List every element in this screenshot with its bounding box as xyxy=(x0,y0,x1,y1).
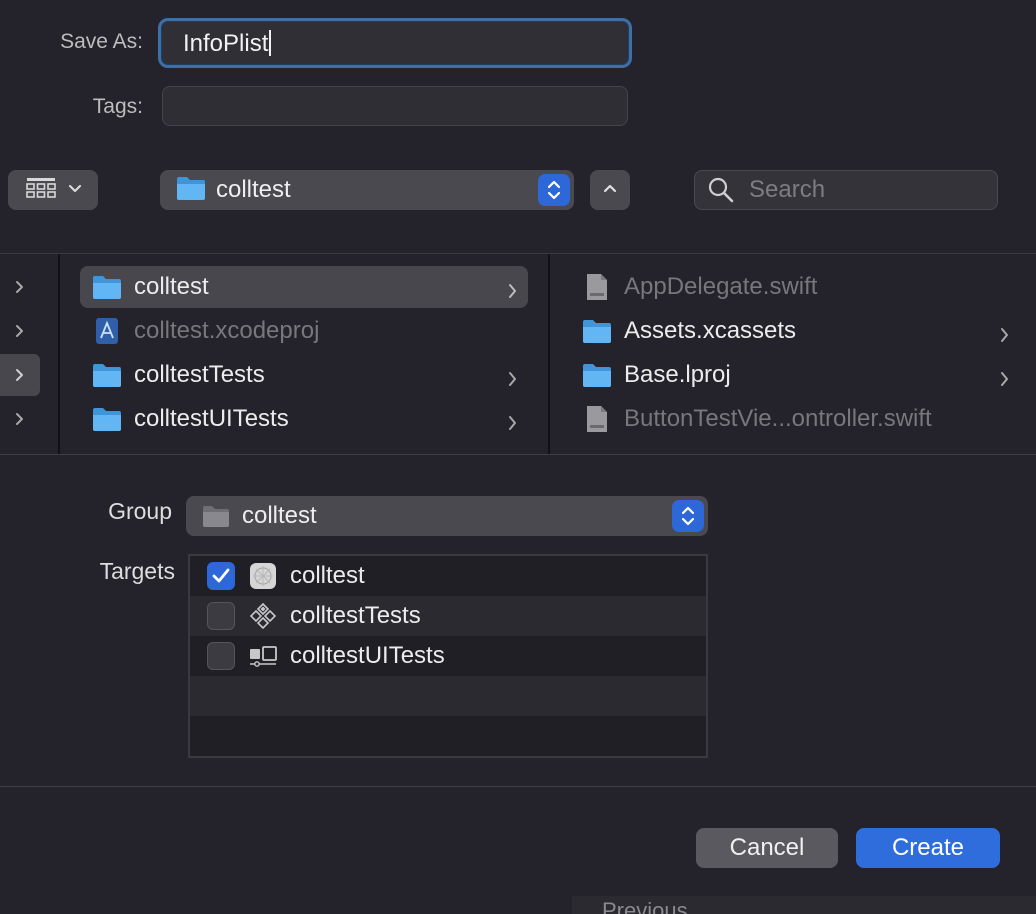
checkmark-icon xyxy=(212,568,230,583)
tags-label: Tags: xyxy=(92,95,143,118)
app-target-icon xyxy=(248,561,278,591)
target-name: colltest xyxy=(290,562,365,589)
chevron-right-icon xyxy=(16,281,23,293)
folder-icon xyxy=(176,175,206,206)
expand-collapse-button[interactable] xyxy=(590,170,630,210)
parent-row[interactable] xyxy=(0,398,40,440)
item-name: Base.lproj xyxy=(624,361,731,388)
popup-stepper-icon xyxy=(672,500,704,532)
swift-file-icon xyxy=(582,273,612,301)
chevron-right-icon xyxy=(16,413,23,425)
chevron-right-icon xyxy=(508,410,518,438)
parent-row-selected[interactable] xyxy=(0,354,40,396)
item-name: ButtonTestVie...ontroller.swift xyxy=(624,405,932,432)
chevron-down-icon xyxy=(68,181,82,199)
save-dialog: Save As: InfoPlist Tags: colltest Search… xyxy=(0,0,1036,914)
targets-list: colltest colltestTests colltestUITests xyxy=(188,554,708,758)
divider xyxy=(0,454,1036,455)
item-name: colltest.xcodeproj xyxy=(134,317,320,344)
chevron-right-icon xyxy=(16,325,23,337)
chevron-right-icon xyxy=(1000,322,1010,350)
parent-row[interactable] xyxy=(0,266,40,308)
item-name: AppDelegate.swift xyxy=(624,273,818,300)
chevron-right-icon xyxy=(508,366,518,394)
divider xyxy=(0,786,1036,787)
target-row[interactable]: colltestTests xyxy=(190,596,706,636)
swift-file-icon xyxy=(582,405,612,433)
search-field[interactable]: Search xyxy=(694,170,998,210)
target-row[interactable]: colltestUITests xyxy=(190,636,706,676)
column-view-icon xyxy=(26,177,56,204)
save-as-field[interactable]: InfoPlist xyxy=(158,18,632,68)
empty-row xyxy=(190,676,706,716)
popup-stepper-icon xyxy=(538,174,570,206)
target-name: colltestUITests xyxy=(290,642,445,669)
target-name: colltestTests xyxy=(290,602,421,629)
parent-row[interactable] xyxy=(0,310,40,352)
list-item[interactable]: AppDelegate.swift xyxy=(570,266,1020,308)
target-row[interactable]: colltest xyxy=(190,556,706,596)
save-as-value: InfoPlist xyxy=(183,29,272,58)
search-icon xyxy=(707,176,735,204)
peek-text: Previous xyxy=(602,898,688,914)
folder-icon xyxy=(92,273,122,301)
item-name: Assets.xcassets xyxy=(624,317,797,344)
list-item[interactable]: Assets.xcassets xyxy=(570,310,1020,352)
folder-icon xyxy=(582,317,612,345)
chevron-right-icon xyxy=(1000,366,1010,394)
chevron-right-icon xyxy=(508,278,518,306)
tags-field[interactable] xyxy=(162,86,628,126)
list-item[interactable]: colltest xyxy=(80,266,528,308)
list-item[interactable]: colltestTests xyxy=(80,354,528,396)
targets-label: Targets xyxy=(99,558,175,584)
chevron-up-icon xyxy=(602,181,618,199)
list-item[interactable]: ButtonTestVie...ontroller.swift xyxy=(570,398,1020,440)
item-name: colltestUITests xyxy=(134,405,289,432)
column-divider xyxy=(58,254,60,454)
column-divider xyxy=(548,254,550,454)
divider xyxy=(0,253,1036,254)
item-name: colltest xyxy=(134,273,209,300)
search-placeholder: Search xyxy=(749,176,826,203)
group-value: colltest xyxy=(242,502,317,529)
folder-icon xyxy=(92,361,122,389)
background-window-peek: Previous xyxy=(572,896,1036,914)
folder-icon xyxy=(582,361,612,389)
group-label: Group xyxy=(108,498,172,524)
folder-icon xyxy=(92,405,122,433)
checkbox-unchecked[interactable] xyxy=(207,642,235,670)
chevron-right-icon xyxy=(16,369,23,381)
cancel-button[interactable]: Cancel xyxy=(696,828,838,868)
item-name: colltestTests xyxy=(134,361,265,388)
create-button[interactable]: Create xyxy=(856,828,1000,868)
location-popup[interactable]: colltest xyxy=(160,170,574,210)
folder-icon xyxy=(202,504,230,528)
save-as-label: Save As: xyxy=(60,30,143,53)
ui-test-icon xyxy=(248,641,278,671)
list-item[interactable]: colltest.xcodeproj xyxy=(80,310,528,352)
list-item[interactable]: colltestUITests xyxy=(80,398,528,440)
xcodeproj-icon xyxy=(92,317,122,345)
location-label: colltest xyxy=(216,176,291,203)
text-caret xyxy=(269,29,272,56)
checkbox-unchecked[interactable] xyxy=(207,602,235,630)
checkbox-checked[interactable] xyxy=(207,562,235,590)
list-item[interactable]: Base.lproj xyxy=(570,354,1020,396)
browser-column-parent xyxy=(0,254,40,454)
view-mode-button[interactable] xyxy=(8,170,98,210)
unit-test-icon xyxy=(248,601,278,631)
group-popup[interactable]: colltest xyxy=(186,496,708,536)
